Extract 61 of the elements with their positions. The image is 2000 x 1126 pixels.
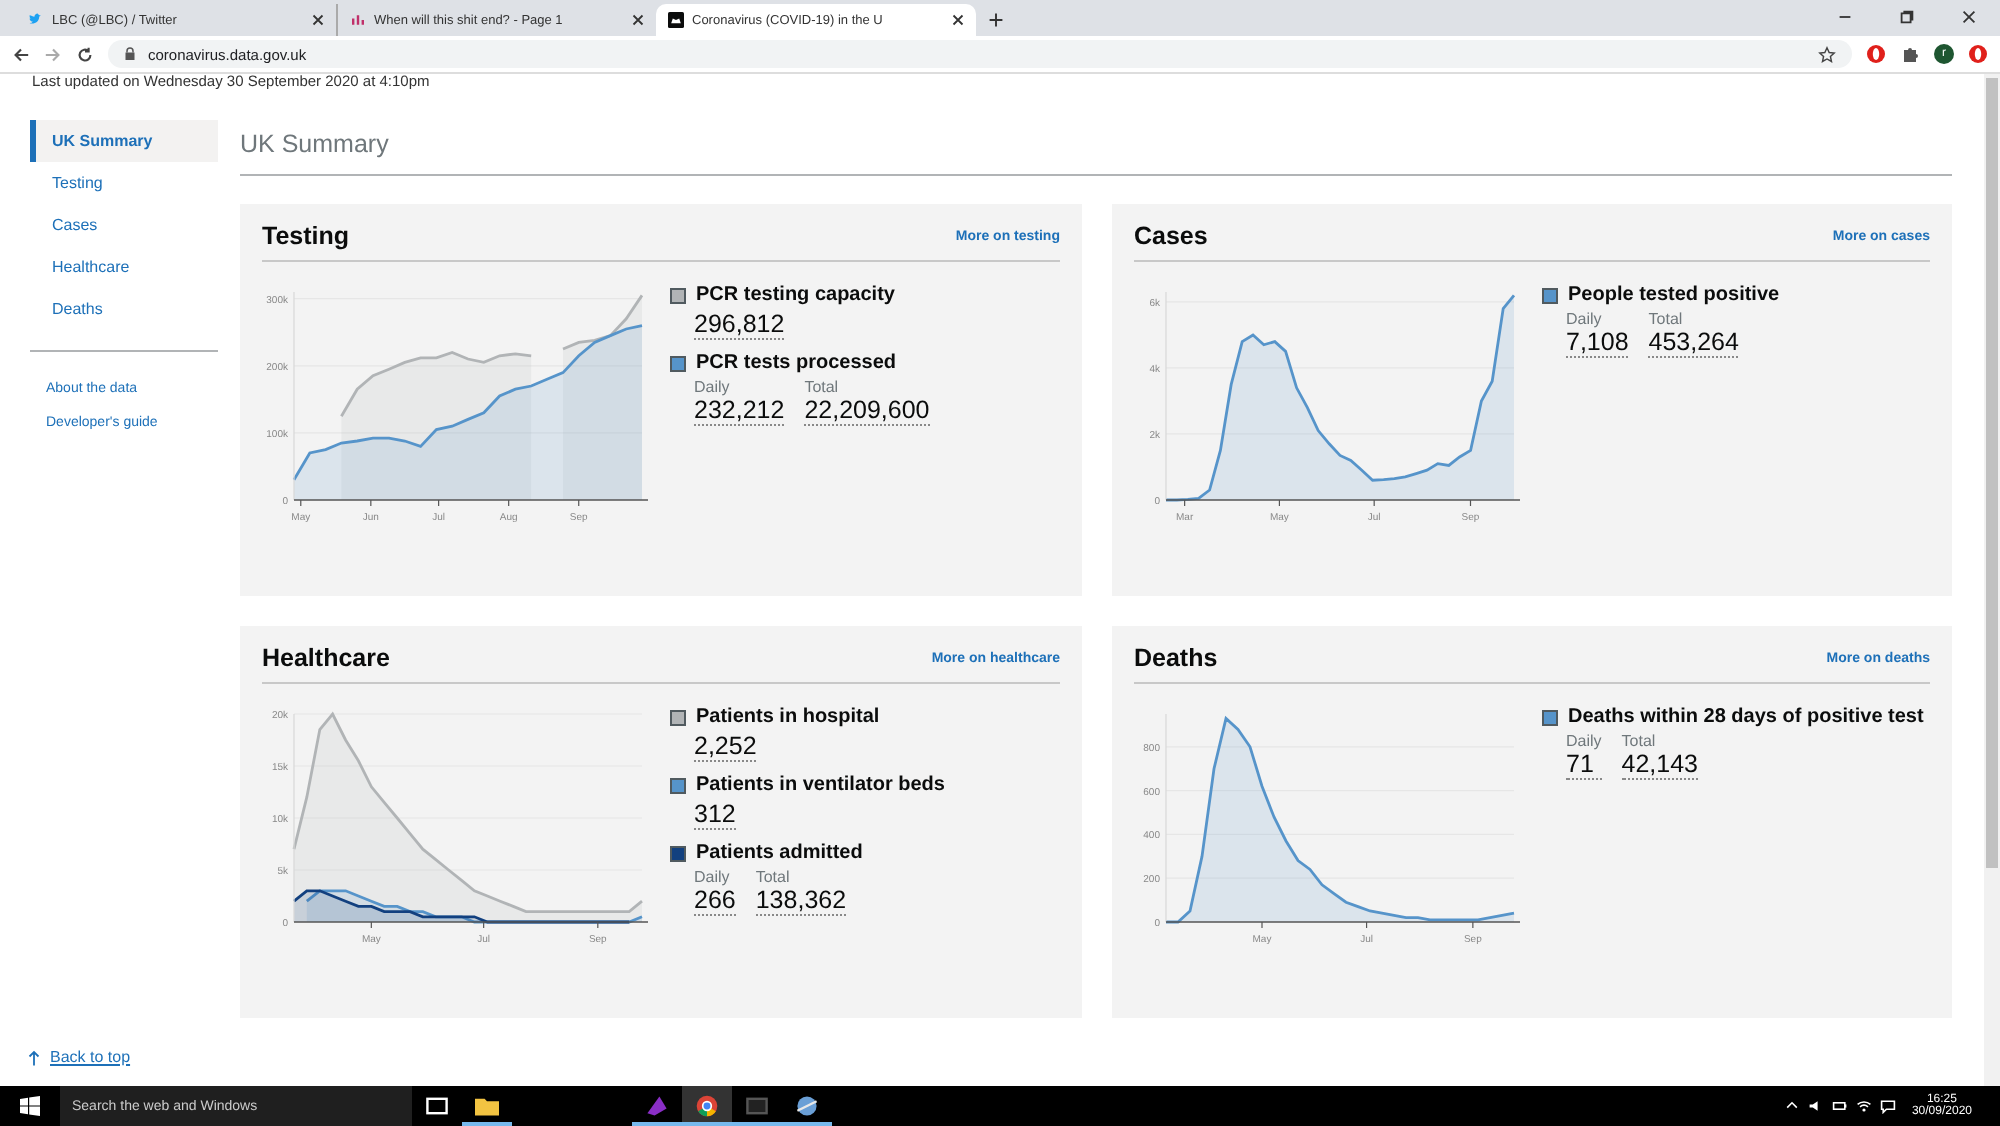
- metric-value: 138,362: [755, 886, 847, 916]
- speaker-icon[interactable]: [1807, 1098, 1824, 1114]
- metric-label: Patients admitted: [696, 842, 863, 864]
- scrollbar[interactable]: [1984, 74, 2000, 1086]
- metric-label: People tested positive: [1568, 284, 1780, 306]
- sidebar-item[interactable]: Testing: [30, 162, 218, 204]
- ring-icon[interactable]: [1866, 44, 1886, 64]
- battery-icon[interactable]: [1831, 1098, 1848, 1114]
- card-title: Testing: [262, 222, 350, 250]
- card-title: Cases: [1134, 222, 1208, 250]
- notification-icon[interactable]: [1879, 1098, 1896, 1114]
- metric-value: 453,264: [1648, 328, 1739, 358]
- card-title: Healthcare: [262, 644, 390, 672]
- metric-value: 42,143: [1621, 750, 1699, 780]
- page-heading: UK Summary: [240, 120, 1952, 176]
- reload-icon[interactable]: [76, 45, 94, 63]
- value-caption: Total: [804, 378, 841, 396]
- chart-icon: [350, 12, 366, 28]
- metric-label: PCR tests processed: [696, 352, 897, 374]
- metric-value: 71: [1566, 750, 1602, 780]
- metric-label: Patients in hospital: [696, 706, 880, 728]
- chevron-up-icon[interactable]: [1783, 1098, 1800, 1114]
- value-caption: Total: [1621, 732, 1658, 750]
- metric-value: 232,212: [694, 396, 785, 426]
- metric-label: Deaths within 28 days of positive test: [1568, 706, 1924, 728]
- wifi-icon[interactable]: [1855, 1098, 1872, 1114]
- close-icon[interactable]: [952, 14, 964, 26]
- windows-icon[interactable]: [20, 1096, 40, 1116]
- value-caption: Daily: [1566, 732, 1602, 750]
- puzzle-icon[interactable]: [1900, 44, 1920, 64]
- metric-value: 312: [694, 800, 736, 830]
- value-caption: Total: [755, 868, 792, 886]
- back-icon[interactable]: [12, 45, 30, 63]
- chrome-icon[interactable]: [682, 1086, 732, 1126]
- restore-icon[interactable]: [1898, 8, 1916, 26]
- ring-icon[interactable]: [1968, 44, 1988, 64]
- value-caption: Total: [1648, 310, 1685, 328]
- bird-icon: [28, 12, 44, 28]
- metric-value: 266: [694, 886, 736, 916]
- back-to-top-link[interactable]: Back to top: [28, 1048, 131, 1066]
- star-icon[interactable]: [1818, 45, 1836, 63]
- value-caption: Daily: [694, 868, 732, 886]
- sidebar-item[interactable]: Healthcare: [30, 246, 218, 288]
- metric-value: 22,209,600: [804, 396, 930, 426]
- metric-label: Patients in ventilator beds: [696, 774, 945, 796]
- close-icon[interactable]: [632, 14, 644, 26]
- value-caption: Daily: [694, 378, 732, 396]
- card-title: Deaths: [1134, 644, 1218, 672]
- close-icon[interactable]: [312, 14, 324, 26]
- sidebar-item[interactable]: Cases: [30, 204, 218, 246]
- metric-value: 7,108: [1566, 328, 1629, 358]
- metric-value: 2,252: [694, 732, 757, 762]
- new-tab-icon[interactable]: [988, 12, 1004, 28]
- close-icon[interactable]: [1960, 8, 1978, 26]
- metric-label: PCR testing capacity: [696, 284, 895, 306]
- metric-value: 296,812: [694, 310, 785, 340]
- lock-icon: [124, 46, 136, 62]
- sidebar-item[interactable]: UK Summary: [30, 120, 218, 162]
- sidebar-item[interactable]: Deaths: [30, 288, 218, 330]
- up-arrow-icon: [28, 1049, 40, 1065]
- value-caption: Daily: [1566, 310, 1604, 328]
